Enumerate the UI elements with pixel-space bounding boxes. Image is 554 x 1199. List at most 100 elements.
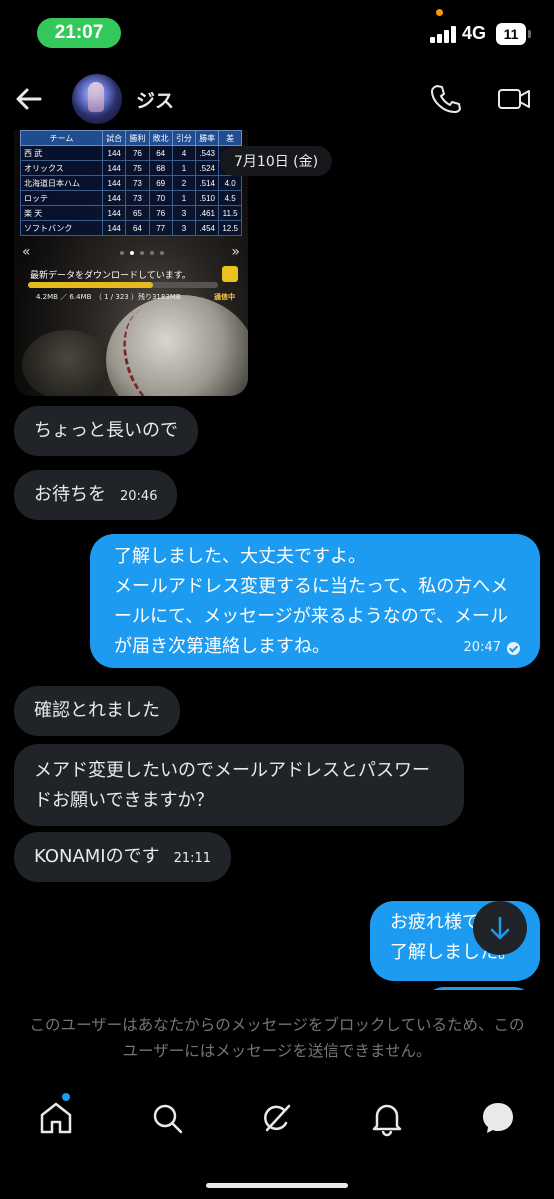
standings-cell: 144: [102, 145, 127, 161]
message-line: ールにて、メッセージが来るようなので、メール: [114, 606, 509, 627]
standings-header-cell: 引分: [171, 130, 197, 146]
standings-cell: 3: [171, 205, 197, 221]
carousel-controls: « »: [20, 244, 242, 262]
standings-cell: 144: [102, 220, 127, 236]
messages-icon[interactable]: [478, 1098, 518, 1138]
standings-table: チーム 試合 勝利 敗北 引分 勝率差 西 武 144 76 64 4.543 オリックス 144 75…: [19, 130, 242, 236]
standings-header-cell: 勝利: [125, 130, 150, 146]
avatar[interactable]: [72, 74, 122, 124]
standings-cell: 1: [171, 190, 197, 206]
standings-cell: 北海道日本ハム: [19, 175, 104, 191]
standings-cell: .510: [195, 190, 220, 206]
standings-header-cell: 勝率: [195, 130, 220, 146]
standings-header-cell: 差: [218, 130, 242, 146]
standings-cell: 75: [125, 160, 150, 176]
standings-cell: .524: [195, 160, 220, 176]
grok-icon[interactable]: [257, 1098, 297, 1138]
message-text: ちょっと長いので: [34, 420, 178, 441]
home-indicator: [206, 1183, 348, 1188]
download-progress: [28, 282, 218, 288]
message-line: メアド変更したいのでメールアドレスとパスワー: [34, 760, 430, 781]
privacy-indicator: [436, 9, 443, 16]
sent-check-icon: [507, 641, 520, 655]
status-bar: 21:07 4G 11: [0, 0, 554, 62]
network-type: 4G: [462, 23, 487, 43]
standings-cell: 楽 天: [19, 205, 104, 221]
standings-cell: .543: [195, 145, 220, 161]
standings-cell: 4.5: [218, 190, 242, 206]
message-line: 了解しました、大丈夫ですよ。: [114, 546, 366, 567]
baseball-shadow: [22, 330, 112, 396]
standings-cell: 77: [148, 220, 173, 236]
standings-row: オリックス 144 75 68 1.524: [19, 160, 242, 176]
standings-cell: 65: [125, 205, 150, 221]
standings-cell: 2: [171, 175, 197, 191]
video-camera-icon[interactable]: [496, 82, 532, 116]
message-bubble-sent-partial[interactable]: [424, 987, 534, 990]
standings-cell: .461: [195, 205, 220, 221]
standings-cell: 12.5: [218, 220, 242, 236]
message-bubble-received[interactable]: ちょっと長いので: [14, 406, 198, 456]
message-bubble-received[interactable]: 確認とれました: [14, 686, 180, 736]
image-attachment[interactable]: チーム 試合 勝利 敗北 引分 勝率差 西 武 144 76 64 4.543 オリックス 144 75…: [14, 130, 248, 396]
download-panel: 最新データをダウンロードしています。 4.2MB ／ 6.4MB （ 1 / 3…: [22, 265, 244, 303]
robot-icon: [222, 266, 238, 282]
message-bubble-received[interactable]: メアド変更したいのでメールアドレスとパスワー ドお願いできますか？: [14, 744, 464, 826]
standings-header-cell: チーム: [19, 130, 104, 146]
next-arrow-icon: »: [231, 244, 240, 260]
message-line: が届き次第連絡しますね。: [114, 636, 330, 657]
back-arrow-icon[interactable]: [12, 82, 46, 116]
message-line: ドお願いできますか？: [34, 790, 214, 811]
standings-row: ロッテ 144 73 70 1.510 4.5: [19, 190, 242, 206]
battery-tip: [528, 30, 531, 38]
scroll-to-bottom-button[interactable]: [473, 901, 527, 955]
message-bubble-sent[interactable]: 了解しました、大丈夫ですよ。 メールアドレス変更するに当たって、私の方へメ ール…: [90, 534, 540, 668]
standings-cell: 70: [148, 190, 173, 206]
standings-cell: 西 武: [19, 145, 104, 161]
standings-cell: 64: [148, 145, 173, 161]
blocked-notice: このユーザーはあなたからのメッセージをブロックしているため、このユーザーにはメッ…: [29, 1016, 525, 1060]
standings-header-cell: 試合: [102, 130, 127, 146]
standings-cell: 144: [102, 190, 127, 206]
home-notification-dot: [62, 1093, 70, 1101]
download-text: 最新データをダウンロードしています。: [30, 271, 191, 281]
standings-row: 西 武 144 76 64 4.543: [19, 145, 242, 161]
date-separator: 7月10日 (金): [220, 146, 333, 176]
standings-cell: 144: [102, 175, 127, 191]
message-text: KONAMIのです: [34, 846, 160, 867]
standings-cell: ロッテ: [19, 190, 104, 206]
message-thread[interactable]: チーム 試合 勝利 敗北 引分 勝率差 西 武 144 76 64 4.543 オリックス 144 75…: [0, 130, 554, 990]
home-icon[interactable]: [36, 1098, 76, 1138]
message-timestamp: 20:46: [120, 489, 158, 504]
standings-cell: 144: [102, 205, 127, 221]
standings-cell: .514: [195, 175, 220, 191]
signal-icon: [430, 25, 460, 43]
standings-cell: 1: [171, 160, 197, 176]
standings-cell: オリックス: [19, 160, 104, 176]
phone-icon[interactable]: [428, 82, 462, 116]
standings-cell: 68: [148, 160, 173, 176]
carousel-dots: [120, 251, 164, 255]
standings-cell: 69: [148, 175, 173, 191]
message-text: 確認とれました: [34, 700, 160, 721]
arrow-down-icon: [490, 916, 510, 940]
standings-row: ソフトバンク 144 64 77 3.454 12.5: [19, 220, 242, 236]
download-progress-fill: [28, 282, 154, 288]
standings-row: 北海道日本ハム 144 73 69 2.514 4.0: [19, 175, 242, 191]
message-bubble-received[interactable]: KONAMIのです 21:11: [14, 832, 232, 882]
search-icon[interactable]: [147, 1098, 187, 1138]
standings-cell: 73: [125, 175, 150, 191]
standings-cell: 76: [148, 205, 173, 221]
notifications-icon[interactable]: [367, 1098, 407, 1138]
standings-cell: 11.5: [218, 205, 242, 221]
standings-row: 楽 天 144 65 76 3.461 11.5: [19, 205, 242, 221]
standings-cell: 76: [125, 145, 150, 161]
download-stats: 4.2MB ／ 6.4MB （ 1 / 323 ）残り3183MB: [36, 293, 181, 301]
download-status: 通信中: [214, 293, 235, 301]
message-bubble-received[interactable]: お待ちを 20:46: [14, 470, 178, 520]
message-text: お待ちを: [34, 484, 106, 505]
standings-cell: 4.0: [218, 175, 242, 191]
baseball-image: [106, 295, 248, 396]
status-time: 21:07: [37, 18, 121, 48]
contact-name[interactable]: ジス: [136, 86, 174, 113]
